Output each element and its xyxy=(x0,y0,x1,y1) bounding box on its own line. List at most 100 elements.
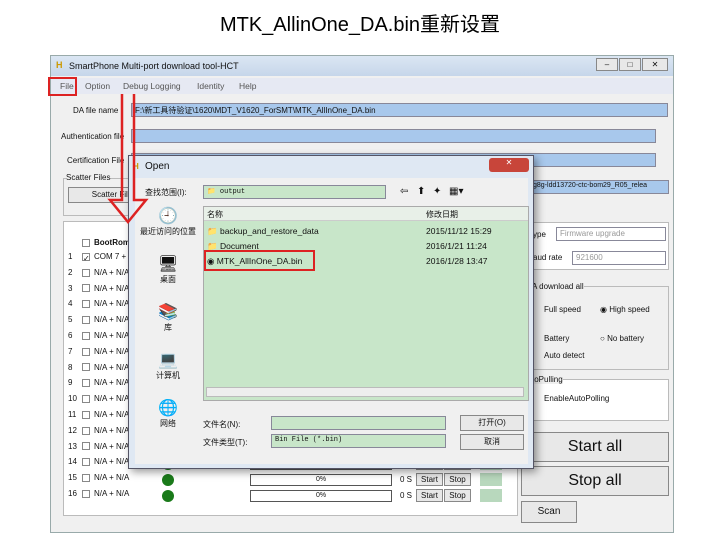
port-start-button[interactable]: Start xyxy=(416,489,443,502)
red-arrow xyxy=(107,94,149,224)
port-checkbox[interactable]: ✓ xyxy=(82,252,90,263)
port-checkbox[interactable] xyxy=(82,363,90,372)
start-all-button[interactable]: Start all xyxy=(521,432,669,462)
port-checkbox[interactable] xyxy=(82,410,90,419)
port-row: 14 N/A + N/A xyxy=(68,457,130,467)
scan-button[interactable]: Scan xyxy=(521,501,577,523)
column-date[interactable]: 修改日期 xyxy=(426,209,458,220)
port-stop-button[interactable]: Stop xyxy=(444,473,471,487)
file-row[interactable]: 📁 backup_and_restore_data 2015/11/12 15:2… xyxy=(207,226,525,237)
auto-detect-radio[interactable]: Auto detect xyxy=(544,351,584,360)
battery-radio[interactable]: Battery xyxy=(544,334,569,343)
port-checkbox[interactable] xyxy=(82,442,90,451)
port-checkbox[interactable] xyxy=(82,300,90,309)
maximize-button[interactable]: □ xyxy=(619,58,641,71)
port-result-box xyxy=(480,489,502,502)
port-checkbox[interactable] xyxy=(82,395,90,404)
port-row: 6 N/A + N/A xyxy=(68,331,130,340)
enable-autopolling-checkbox[interactable]: EnableAutoPolling xyxy=(544,394,609,403)
port-checkbox[interactable] xyxy=(82,316,90,325)
up-folder-icon[interactable]: ⬆ xyxy=(417,186,425,197)
slide-title: MTK_AllinOne_DA.bin重新设置 xyxy=(219,14,501,36)
port-checkbox[interactable] xyxy=(82,379,90,388)
place-item[interactable]: 🖥 桌面 xyxy=(137,254,199,285)
port-checkbox[interactable] xyxy=(82,284,90,293)
port-status-icon xyxy=(162,474,174,487)
port-row: 10 N/A + N/A xyxy=(68,394,130,404)
port-stop-button[interactable]: Stop xyxy=(444,489,471,502)
window-title: SmartPhone Multi-port download tool-HCT xyxy=(69,61,239,71)
port-row: 5 N/A + N/A xyxy=(68,315,130,325)
da-file-field[interactable]: F:\新工具待验证\1620\MDT_V1620_ForSMT\MTK_AllI… xyxy=(131,103,668,117)
scatter-file-field[interactable]: g8g-ldd13720-ctc-bom29_R05_relea xyxy=(529,180,669,194)
new-folder-icon[interactable]: ✦ xyxy=(433,186,441,197)
port-row: 7 N/A + N/A xyxy=(68,346,130,356)
menu-debug-logging[interactable]: Debug Logging xyxy=(123,81,181,91)
baud-select[interactable]: 921600 xyxy=(572,251,666,265)
no-battery-radio[interactable]: ○ No battery xyxy=(600,334,644,343)
port-row: 15 N/A + N/A xyxy=(68,473,130,483)
place-item[interactable]: 💻 计算机 xyxy=(137,350,199,381)
da-file-highlight xyxy=(204,250,315,271)
menu-help[interactable]: Help xyxy=(239,81,256,91)
dialog-close-button[interactable]: ✕ xyxy=(489,158,529,172)
port-progress: 0% xyxy=(250,490,392,502)
autopolling-group: toPulling EnableAutoPolling xyxy=(529,375,669,421)
port-time: 0 S xyxy=(400,491,413,500)
open-button[interactable]: 打开(O) xyxy=(460,415,524,431)
port-start-button[interactable]: Start xyxy=(416,473,443,487)
place-icon: 🌐 xyxy=(158,400,178,417)
port-row: 11 N/A + N/A xyxy=(68,410,130,419)
column-name[interactable]: 名称 xyxy=(207,209,223,220)
view-menu-icon[interactable]: ▦▾ xyxy=(449,186,463,197)
menu-identity[interactable]: Identity xyxy=(197,81,224,91)
type-select[interactable]: Firmware upgrade xyxy=(556,227,666,241)
port-checkbox[interactable] xyxy=(82,268,90,277)
type-group: ype Firmware upgrade aud rate 921600 xyxy=(529,222,669,270)
bootrom-checkbox[interactable] xyxy=(82,238,90,247)
port-checkbox[interactable] xyxy=(82,474,90,483)
cancel-button[interactable]: 取消 xyxy=(460,434,524,450)
autopolling-label: toPulling xyxy=(532,375,563,384)
da-download-group: A download all Full speed ◉ High speed B… xyxy=(529,282,669,370)
title-bar: H SmartPhone Multi-port download tool-HC… xyxy=(51,56,673,76)
folder-icon: 📁 xyxy=(207,226,218,236)
port-checkbox[interactable] xyxy=(82,489,90,498)
port-row: 2 N/A + N/A xyxy=(68,267,130,277)
port-progress: 0% xyxy=(250,474,392,487)
filetype-select[interactable]: Bin File (*.bin) xyxy=(271,434,446,448)
high-speed-radio[interactable]: ◉ High speed xyxy=(600,305,650,314)
lookin-select[interactable]: 📁 output xyxy=(203,185,386,199)
place-item[interactable]: 🌐 网络 xyxy=(137,398,199,429)
dialog-body: 查找范围(I): 📁 output ⇦ ⬆ ✦ ▦▾ 🕘 最近访问的位置 🖥 桌面 📚 库… xyxy=(135,178,529,464)
port-checkbox[interactable] xyxy=(82,458,90,467)
file-list-header: 名称 修改日期 xyxy=(204,207,528,221)
port-result-box xyxy=(480,473,502,487)
full-speed-radio[interactable]: Full speed xyxy=(544,305,581,314)
port-checkbox[interactable] xyxy=(82,331,90,340)
port-checkbox[interactable] xyxy=(82,426,90,435)
da-download-label: A download all xyxy=(532,282,584,291)
port-row: 4 N/A + N/A xyxy=(68,299,130,309)
filename-label: 文件名(N): xyxy=(203,420,241,429)
horizontal-scrollbar[interactable] xyxy=(206,387,524,397)
place-icon: 📚 xyxy=(158,304,178,321)
port-checkbox[interactable] xyxy=(82,347,90,356)
file-list: 名称 修改日期 📁 backup_and_restore_data 2015/11… xyxy=(203,206,529,401)
place-item[interactable]: 📚 库 xyxy=(137,302,199,333)
close-button[interactable]: ✕ xyxy=(642,58,668,71)
filetype-label: 文件类型(T): xyxy=(203,438,248,447)
menu-option[interactable]: Option xyxy=(85,81,110,91)
baud-label: aud rate xyxy=(533,253,563,262)
port-row: 9 N/A + N/A xyxy=(68,378,130,388)
stop-all-button[interactable]: Stop all xyxy=(521,466,669,496)
port-row: 1 ✓ COM 7 + I xyxy=(68,252,131,263)
minimize-button[interactable]: – xyxy=(596,58,618,71)
port-row: 12 N/A + N/A xyxy=(68,425,130,435)
auth-file-field[interactable] xyxy=(131,129,656,143)
place-icon: 🖥 xyxy=(157,256,179,273)
back-icon[interactable]: ⇦ xyxy=(400,186,408,197)
filename-input[interactable] xyxy=(271,416,446,430)
port-row: 8 N/A + N/A xyxy=(68,362,130,372)
port-status-icon xyxy=(162,490,174,502)
